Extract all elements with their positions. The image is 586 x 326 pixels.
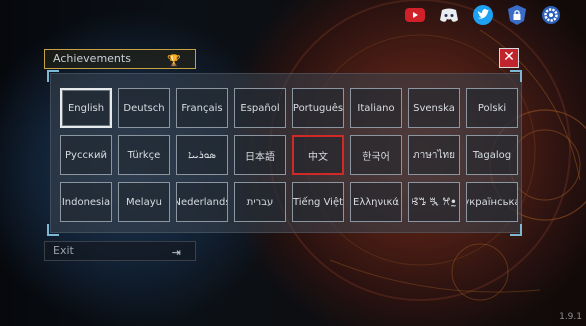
discord-icon[interactable] [438,4,460,26]
youtube-icon[interactable] [404,4,426,26]
language-button[interactable]: Русский [60,135,112,175]
gear-icon[interactable] [540,4,562,26]
language-button[interactable]: עברית [234,182,286,222]
language-button[interactable]: Indonesia [60,182,112,222]
language-button[interactable]: 한국어 [350,135,402,175]
language-button[interactable]: Français [176,88,228,128]
language-button[interactable]: Deutsch [118,88,170,128]
language-button[interactable]: 日本語 [234,135,286,175]
achievements-label: Achievements [53,52,131,65]
panel-corner [510,70,522,82]
language-button[interactable]: Italiano [350,88,402,128]
language-button[interactable]: Español [234,88,286,128]
language-button[interactable]: ꕙꔤ ꔩ ꕮꔸ [408,182,460,222]
language-button[interactable]: Português [292,88,344,128]
close-button[interactable]: ✕ [499,48,519,68]
language-button[interactable]: ܣܘܪܝܝܐ [176,135,228,175]
panel-corner [510,224,522,236]
panel-corner [47,70,59,82]
trophy-icon: 🏆 [167,54,181,67]
exit-button[interactable]: Exit ⇥ [44,241,196,261]
language-button[interactable]: ภาษาไทย [408,135,460,175]
exit-icon: ⇥ [171,246,181,259]
language-button[interactable]: Ελληνικά [350,182,402,222]
twitter-icon[interactable] [472,4,494,26]
version-label: 1.9.1 [559,312,582,322]
language-button[interactable]: українська [466,182,518,222]
language-button[interactable]: Polski [466,88,518,128]
language-button[interactable]: Svenska [408,88,460,128]
language-button[interactable]: Nederlands [176,182,228,222]
top-icon-bar [404,4,562,26]
panel-corner [47,224,59,236]
language-button[interactable]: Türkçe [118,135,170,175]
language-button[interactable]: Tiếng Việt [292,182,344,222]
language-button[interactable]: English [60,88,112,128]
language-grid: English Deutsch Français Español Português It… [60,88,518,222]
exit-label: Exit [53,244,74,257]
achievements-button[interactable]: Achievements 🏆 [44,49,196,69]
lock-icon[interactable] [506,4,528,26]
language-button[interactable]: 中文 [292,135,344,175]
language-button[interactable]: Tagalog [466,135,518,175]
language-button[interactable]: Melayu [118,182,170,222]
